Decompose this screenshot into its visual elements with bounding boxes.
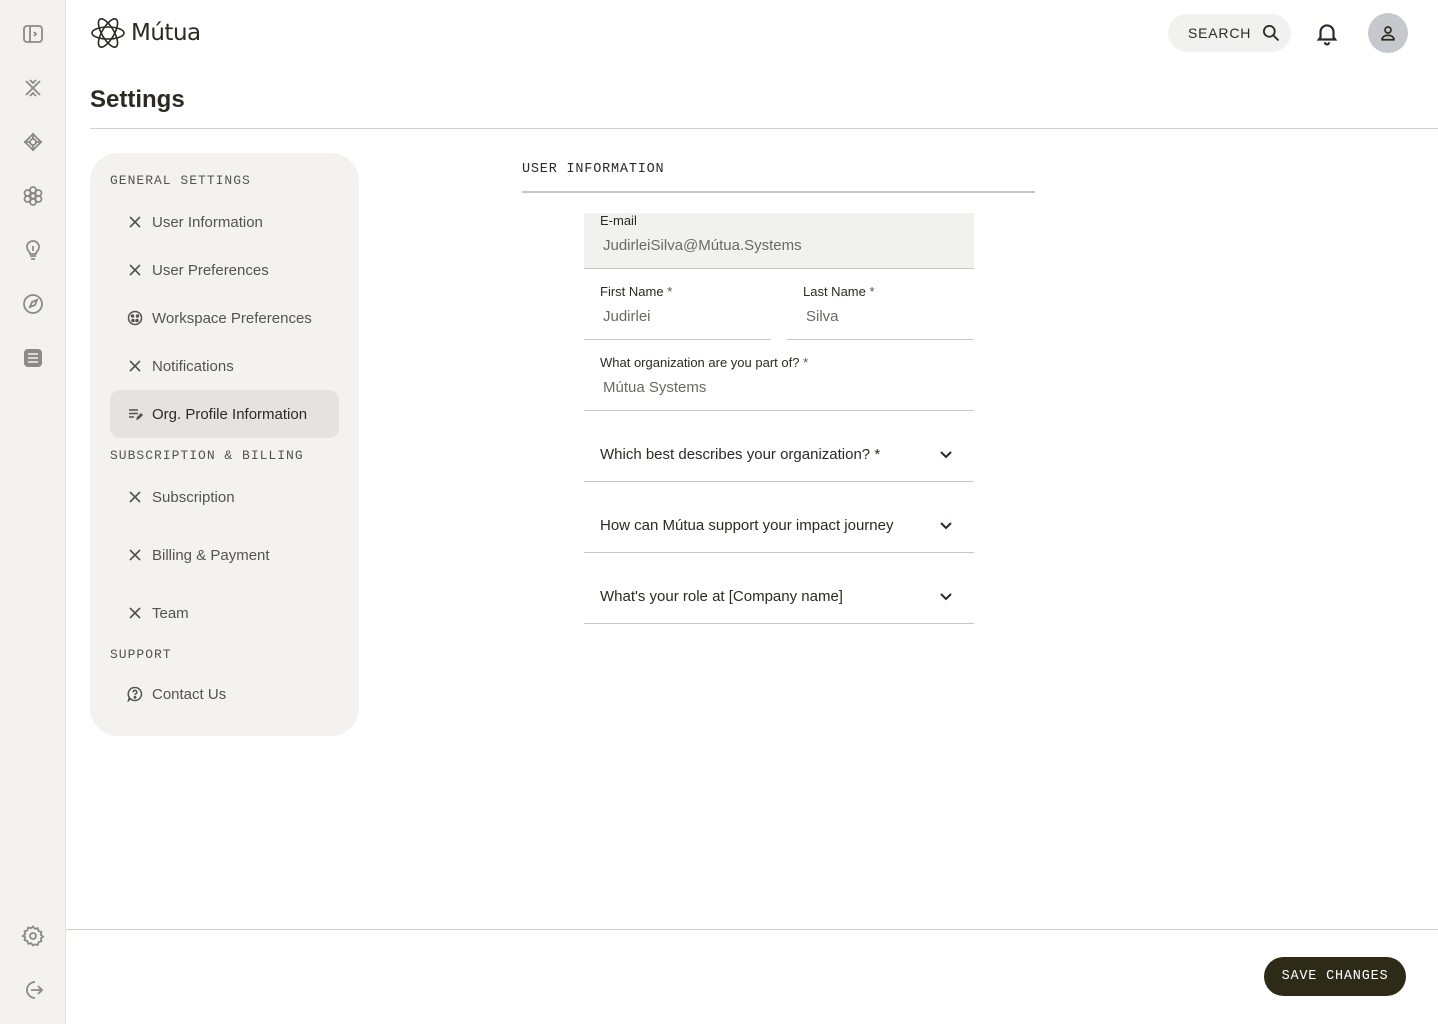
- user-icon: [1381, 26, 1395, 41]
- nav-item-billing-payment[interactable]: Billing & Payment: [110, 531, 339, 579]
- organization-label: What organization are you part of? *: [600, 355, 809, 370]
- save-changes-button[interactable]: SAVE CHANGES: [1264, 957, 1406, 996]
- page-title: Settings: [90, 86, 185, 113]
- nav-item-contact-us[interactable]: Contact Us: [110, 670, 339, 718]
- compass-icon[interactable]: [19, 290, 47, 318]
- close-x-icon: [126, 357, 144, 375]
- bell-icon[interactable]: [1314, 20, 1340, 46]
- organization-field[interactable]: What organization are you part of? * Mút…: [584, 353, 974, 411]
- nav-item-org-profile-information[interactable]: Org. Profile Information: [110, 390, 339, 438]
- mutua-logo-icon: [91, 18, 125, 48]
- lightbulb-icon[interactable]: [19, 236, 47, 264]
- last-name-label: Last Name *: [803, 284, 875, 299]
- document-icon[interactable]: [19, 344, 47, 372]
- brand-logo[interactable]: Mútua: [89, 17, 201, 49]
- chevron-down-icon: [940, 522, 952, 530]
- avatar[interactable]: [1368, 13, 1408, 53]
- nav-section-support: SUPPORT: [110, 647, 172, 662]
- help-icon: [126, 685, 144, 703]
- search-button[interactable]: SEARCH: [1168, 14, 1291, 52]
- nav-section-general: GENERAL SETTINGS: [110, 173, 251, 188]
- role-select[interactable]: What's your role at [Company name]: [584, 566, 974, 624]
- settings-nav: GENERAL SETTINGS User Information User P…: [90, 153, 359, 736]
- logout-icon[interactable]: [19, 976, 47, 1004]
- nav-item-team[interactable]: Team: [110, 589, 339, 637]
- section-header: USER INFORMATION: [522, 162, 665, 177]
- nav-item-label: Org. Profile Information: [152, 405, 308, 423]
- support-label: How can Mútua support your impact journe…: [600, 517, 894, 534]
- chevron-down-icon: [940, 593, 952, 601]
- edit-list-icon: [126, 405, 144, 423]
- org-type-select[interactable]: Which best describes your organization? …: [584, 424, 974, 482]
- first-name-field[interactable]: First Name * Judirlei: [584, 282, 771, 340]
- title-divider: [90, 128, 1438, 129]
- nav-item-user-information[interactable]: User Information: [110, 198, 339, 246]
- first-name-label: First Name *: [600, 284, 673, 299]
- email-value: JudirleiSilva@Mútua.Systems: [603, 237, 802, 254]
- gear-icon[interactable]: [19, 922, 47, 950]
- nav-item-workspace-preferences[interactable]: Workspace Preferences: [110, 294, 339, 342]
- close-x-icon: [126, 488, 144, 506]
- email-field: E-mail JudirleiSilva@Mútua.Systems: [584, 213, 974, 269]
- support-select[interactable]: How can Mútua support your impact journe…: [584, 495, 974, 553]
- last-name-value: Silva: [806, 308, 839, 325]
- nav-item-label: Contact Us: [152, 685, 227, 703]
- section-divider: [522, 191, 1035, 193]
- search-icon: [1263, 25, 1280, 42]
- brand-name: Mútua: [131, 20, 201, 46]
- last-name-field[interactable]: Last Name * Silva: [787, 282, 974, 340]
- nav-item-label: Billing & Payment: [152, 546, 270, 564]
- nav-item-user-preferences[interactable]: User Preferences: [110, 246, 339, 294]
- nav-item-label: Workspace Preferences: [152, 309, 312, 327]
- left-rail: [0, 0, 66, 1024]
- close-x-icon[interactable]: [19, 74, 47, 102]
- organization-value: Mútua Systems: [603, 379, 707, 396]
- role-label: What's your role at [Company name]: [600, 588, 843, 605]
- email-label: E-mail: [600, 213, 637, 228]
- chevron-down-icon: [940, 451, 952, 459]
- nav-item-label: Team: [152, 604, 189, 622]
- nav-section-subscription: SUBSCRIPTION & BILLING: [110, 448, 304, 463]
- close-x-icon: [126, 546, 144, 564]
- org-type-label: Which best describes your organization? …: [600, 446, 881, 463]
- first-name-value: Judirlei: [603, 308, 651, 325]
- close-x-icon: [126, 261, 144, 279]
- nav-item-label: User Preferences: [152, 261, 269, 279]
- nav-item-label: Subscription: [152, 488, 235, 506]
- nav-item-subscription[interactable]: Subscription: [110, 473, 339, 521]
- nav-item-notifications[interactable]: Notifications: [110, 342, 339, 390]
- flower-icon[interactable]: [19, 182, 47, 210]
- close-x-icon: [126, 604, 144, 622]
- sidebar-toggle-icon[interactable]: [19, 20, 47, 48]
- search-label: SEARCH: [1188, 25, 1252, 41]
- footer-divider: [66, 929, 1438, 930]
- network-icon[interactable]: [19, 128, 47, 156]
- nav-item-label: Notifications: [152, 357, 234, 375]
- palette-icon: [126, 309, 144, 327]
- close-x-icon: [126, 213, 144, 231]
- nav-item-label: User Information: [152, 213, 263, 231]
